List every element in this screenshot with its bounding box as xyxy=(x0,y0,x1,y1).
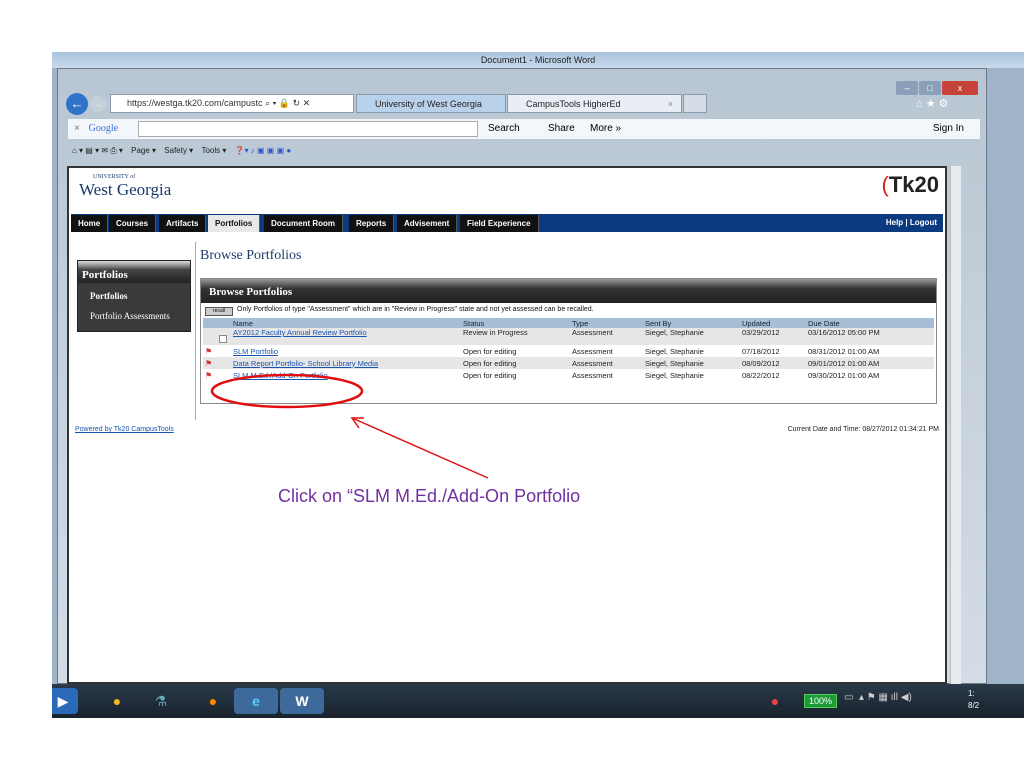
annotation-text: Click on “SLM M.Ed./Add-On Portfolio xyxy=(278,486,581,506)
annotation-arrow xyxy=(351,417,489,479)
annotation-overlay xyxy=(210,373,489,479)
highlight-ellipse xyxy=(210,373,364,409)
